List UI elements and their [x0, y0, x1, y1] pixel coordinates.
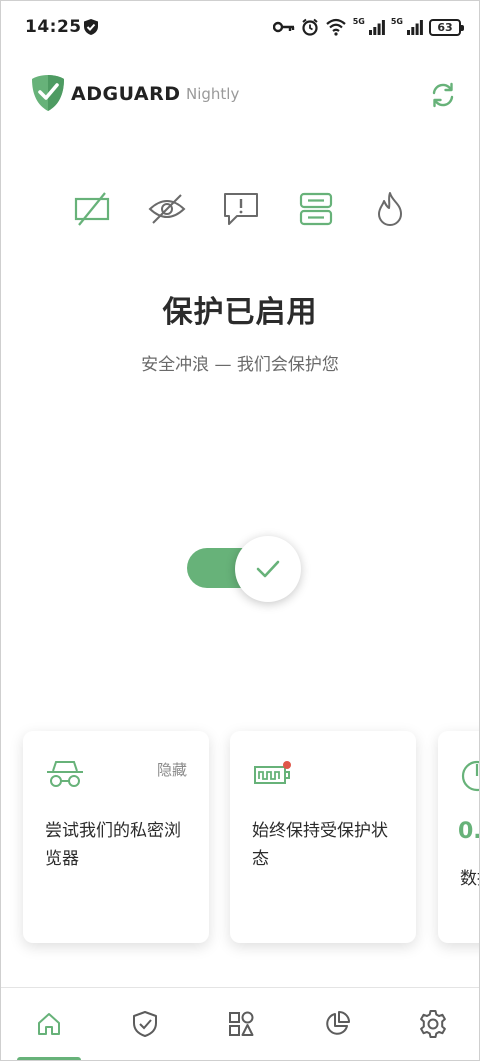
check-icon: [256, 560, 280, 578]
card-text: 尝试我们的私密浏览器: [45, 821, 181, 869]
alarm-icon: [301, 18, 319, 36]
nav-home[interactable]: [1, 988, 97, 1060]
app-header: ADGUARD Nightly: [1, 63, 479, 123]
protection-toggle[interactable]: [187, 536, 301, 602]
nav-settings[interactable]: [385, 988, 479, 1060]
build-tag: Nightly: [186, 85, 240, 103]
protection-status-subtitle: 安全冲浪 — 我们会保护您: [141, 355, 339, 375]
hide-card-button[interactable]: 隐藏: [157, 759, 187, 780]
tracking-protection-icon[interactable]: [147, 189, 187, 229]
key-icon: [272, 20, 295, 34]
home-icon: [38, 1013, 60, 1035]
brand-name: ADGUARD: [71, 83, 181, 105]
apps-icon: [229, 1011, 254, 1036]
bottom-navigation: [1, 987, 479, 1060]
wifi-icon: [325, 18, 347, 36]
protection-shield-icon: [133, 1011, 157, 1037]
toggle-knob: [235, 536, 301, 602]
card-text: 数据节: [460, 869, 479, 889]
status-bar: 14:25 5G 5G 63: [1, 1, 479, 53]
vpn-shield-icon: [83, 18, 99, 40]
signal-icon: [368, 19, 385, 35]
battery-alert-icon: [252, 759, 294, 793]
settings-icon: [420, 1010, 446, 1038]
protection-status-title: 保护已启用: [162, 295, 318, 330]
status-time: 14:25: [25, 17, 82, 37]
nav-protection[interactable]: [97, 988, 193, 1060]
network-type-2: 5G: [390, 16, 403, 26]
adguard-logo-icon: [31, 74, 65, 116]
incognito-icon: [45, 759, 85, 793]
protection-features: [1, 189, 479, 233]
statistics-icon: [326, 1011, 350, 1035]
dns-server-icon[interactable]: [296, 189, 336, 229]
app-screen: 14:25 5G 5G 63 ADGUARD Nightly 保护已启用 安全冲…: [0, 0, 480, 1061]
active-tab-indicator: [17, 1057, 81, 1060]
signal-icon-2: [407, 19, 423, 35]
network-type-1: 5G: [352, 16, 365, 26]
card-text: 始终保持受保护状态: [252, 821, 388, 869]
promo-cards: 隐藏 尝试我们的私密浏览器 始终保持受保护状态 0. 数据节: [1, 731, 479, 945]
nav-statistics[interactable]: [289, 988, 385, 1060]
data-saved-card[interactable]: 0. 数据节: [438, 731, 480, 943]
card-value: 0.: [458, 819, 480, 844]
annoyance-icon[interactable]: [221, 189, 261, 229]
refresh-button[interactable]: [425, 77, 461, 113]
private-browser-card[interactable]: 隐藏 尝试我们的私密浏览器: [23, 731, 209, 943]
refresh-icon: [432, 82, 454, 108]
firewall-icon[interactable]: [370, 189, 410, 229]
timer-icon: [460, 759, 479, 797]
battery-indicator: 63: [429, 18, 464, 36]
nav-apps[interactable]: [193, 988, 289, 1060]
ads-blocked-icon[interactable]: [72, 189, 112, 229]
stay-protected-card[interactable]: 始终保持受保护状态: [230, 731, 416, 943]
